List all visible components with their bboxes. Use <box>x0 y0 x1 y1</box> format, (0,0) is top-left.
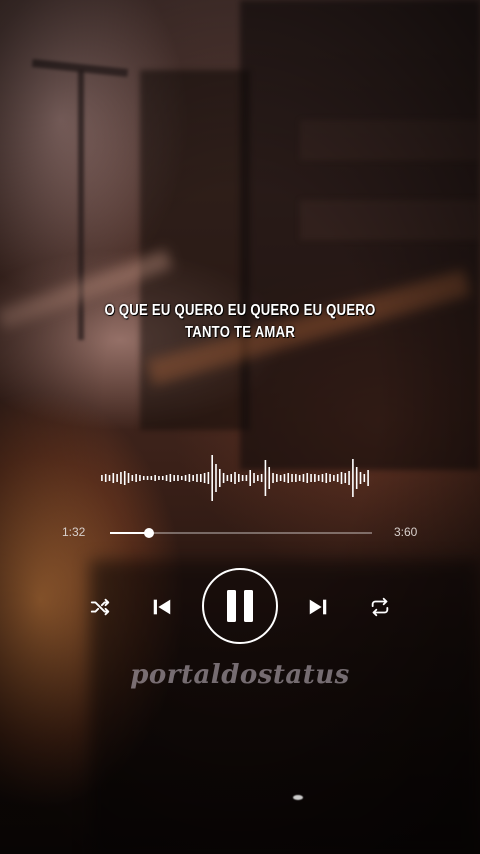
waveform-bar <box>279 475 282 481</box>
waveform-bar <box>355 467 358 489</box>
waveform-bar <box>238 474 240 482</box>
waveform-bar <box>283 474 286 482</box>
waveform-bar <box>196 474 198 482</box>
waveform-bar <box>112 473 115 483</box>
waveform-bar <box>264 460 267 496</box>
decorative-dot <box>293 795 303 800</box>
progress-bar[interactable] <box>110 528 372 538</box>
waveform-bar <box>298 475 301 481</box>
waveform-bar <box>230 474 232 482</box>
waveform-bar <box>249 470 252 486</box>
skip-next-icon <box>309 599 327 615</box>
lyrics-text: O QUE EU QUERO EU QUERO EU QUERO TANTO T… <box>43 300 437 344</box>
waveform-bar <box>253 473 255 483</box>
waveform-bar <box>348 471 350 485</box>
waveform-bar <box>165 475 168 481</box>
waveform-bar <box>272 473 274 483</box>
waveform-bar <box>173 475 175 481</box>
audio-waveform <box>101 455 369 501</box>
waveform-bar <box>295 474 297 482</box>
waveform-bar <box>108 475 111 481</box>
waveform-bar <box>127 473 130 483</box>
waveform-bar <box>199 474 202 482</box>
waveform-bar <box>161 476 164 480</box>
waveform-bar <box>177 475 179 481</box>
waveform-bar <box>314 474 316 482</box>
waveform-bar <box>321 474 324 482</box>
waveform-bar <box>340 472 343 484</box>
waveform-bar <box>158 476 160 480</box>
waveform-bar <box>180 476 183 480</box>
waveform-bar <box>241 475 244 481</box>
waveform-bar <box>116 474 118 482</box>
waveform-bar <box>306 473 309 483</box>
waveform-bar <box>218 469 221 487</box>
waveform-bar <box>192 475 194 481</box>
waveform-bar <box>184 475 187 481</box>
waveform-bar <box>215 464 217 492</box>
pause-icon <box>227 590 253 622</box>
waveform-bar <box>139 475 141 481</box>
waveform-bar <box>302 474 305 482</box>
next-button[interactable] <box>306 595 330 619</box>
waveform-bar <box>142 476 145 480</box>
waveform-bar <box>291 474 293 482</box>
lyrics-line-1: O QUE EU QUERO EU QUERO EU QUERO <box>104 302 376 319</box>
waveform-bar <box>120 472 122 484</box>
waveform-bar <box>257 475 259 481</box>
background-photo <box>0 0 480 854</box>
shuffle-icon <box>90 598 110 616</box>
previous-button[interactable] <box>150 595 174 619</box>
waveform-bar <box>352 459 354 497</box>
waveform-bar <box>276 474 278 482</box>
waveform-bar <box>336 474 339 482</box>
waveform-bar <box>123 471 126 485</box>
waveform-bar <box>226 475 229 481</box>
waveform-bar <box>310 474 312 482</box>
waveform-bar <box>104 474 107 482</box>
waveform-bar <box>222 473 225 483</box>
waveform-bar <box>333 475 335 481</box>
waveform-bar <box>367 470 369 486</box>
current-time: 1:32 <box>62 525 86 539</box>
waveform-bar <box>154 475 156 481</box>
watermark: portaldostatus <box>130 660 350 690</box>
total-time: 3:60 <box>394 525 418 539</box>
waveform-bar <box>329 474 331 482</box>
waveform-bar <box>211 455 213 501</box>
waveform-bar <box>325 473 328 483</box>
waveform-bar <box>363 474 366 482</box>
waveform-bar <box>344 473 347 483</box>
waveform-bar <box>131 475 134 481</box>
waveform-bar <box>150 476 153 480</box>
waveform-bar <box>359 472 362 484</box>
waveform-bar <box>203 473 206 483</box>
waveform-bar <box>245 475 248 481</box>
waveform-bar <box>317 475 320 481</box>
skip-previous-icon <box>153 599 171 615</box>
waveform-bar <box>169 474 172 482</box>
waveform-bar <box>188 474 191 482</box>
waveform-bar <box>234 472 236 484</box>
waveform-bar <box>135 474 137 482</box>
play-pause-button[interactable] <box>202 568 278 644</box>
repeat-icon <box>371 597 389 617</box>
lyrics-line-2: TANTO TE AMAR <box>184 324 296 341</box>
waveform-bar <box>287 473 290 483</box>
repeat-button[interactable] <box>368 595 392 619</box>
shuffle-button[interactable] <box>88 595 112 619</box>
waveform-bar <box>101 475 103 481</box>
waveform-bar <box>268 467 271 489</box>
waveform-bar <box>146 476 149 480</box>
waveform-bar <box>207 472 210 484</box>
waveform-bar <box>260 474 263 482</box>
